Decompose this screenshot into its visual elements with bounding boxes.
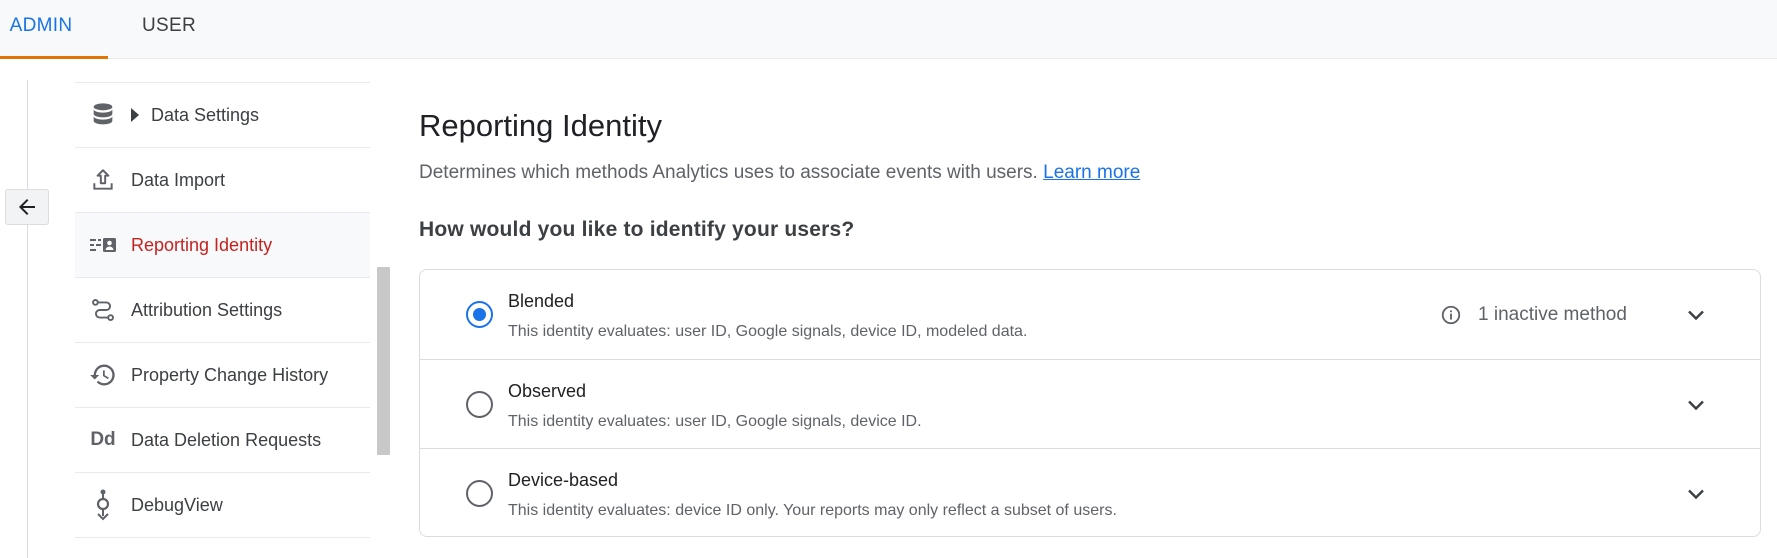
expand-caret-icon[interactable] xyxy=(131,108,139,122)
radio-blended[interactable] xyxy=(466,301,493,328)
top-tab-bar: ADMIN USER xyxy=(0,0,1777,59)
sidebar-item-debugview[interactable]: DebugView xyxy=(75,473,370,538)
sidebar-item-reporting-identity[interactable]: Reporting Identity xyxy=(75,213,370,278)
inactive-methods-text: 1 inactive method xyxy=(1478,304,1627,325)
database-icon xyxy=(75,101,131,129)
sidebar-item-label: Property Change History xyxy=(131,364,329,385)
option-device-based[interactable]: Device-based This identity evaluates: de… xyxy=(420,448,1760,536)
sidebar-scrollbar[interactable] xyxy=(377,267,390,455)
option-blended[interactable]: Blended This identity evaluates: user ID… xyxy=(420,270,1760,359)
sidebar-item-attribution-settings[interactable]: Attribution Settings xyxy=(75,278,370,343)
attribution-icon xyxy=(75,297,131,323)
sidebar-item-property-change-history[interactable]: Property Change History xyxy=(75,343,370,408)
sidebar-item-data-deletion-requests[interactable]: Dd Data Deletion Requests xyxy=(75,408,370,473)
sidebar-item-label: Data Import xyxy=(131,169,226,190)
sidebar-item-label: DebugView xyxy=(131,494,223,515)
info-icon[interactable] xyxy=(1440,304,1462,326)
identity-options: Blended This identity evaluates: user ID… xyxy=(419,269,1761,537)
sidebar-item-label: Attribution Settings xyxy=(131,299,283,320)
upload-icon xyxy=(75,167,131,193)
arrow-left-icon xyxy=(19,199,35,215)
sidebar-item-label: Data Settings xyxy=(151,104,260,125)
option-subtitle: This identity evaluates: user ID, Google… xyxy=(508,413,922,430)
sidebar-item-label: Data Deletion Requests xyxy=(131,429,322,450)
page-description: Determines which methods Analytics uses … xyxy=(419,162,1140,184)
left-rail-divider xyxy=(27,80,28,558)
page-title: Reporting Identity xyxy=(419,108,662,143)
learn-more-link[interactable]: Learn more xyxy=(1043,162,1140,183)
option-title: Blended xyxy=(508,291,575,311)
inactive-methods-status: 1 inactive method xyxy=(1440,304,1627,326)
radio-device-based[interactable] xyxy=(466,480,493,507)
reporting-identity-icon xyxy=(75,234,131,256)
back-button[interactable] xyxy=(5,189,49,225)
sidebar-item-data-import[interactable]: Data Import xyxy=(75,148,370,213)
tab-admin[interactable]: ADMIN xyxy=(0,0,108,59)
sidebar-item-label: Reporting Identity xyxy=(131,234,273,255)
tab-user[interactable]: USER xyxy=(142,0,196,59)
option-subtitle: This identity evaluates: device ID only.… xyxy=(508,502,1117,519)
radio-observed[interactable] xyxy=(466,391,493,418)
chevron-down-icon[interactable] xyxy=(1683,481,1709,507)
option-title: Device-based xyxy=(508,470,619,490)
sidebar-item-data-settings[interactable]: Data Settings xyxy=(75,83,370,148)
option-subtitle: This identity evaluates: user ID, Google… xyxy=(508,323,1028,340)
data-deletion-icon: Dd xyxy=(90,429,116,450)
option-title: Observed xyxy=(508,381,587,401)
option-observed[interactable]: Observed This identity evaluates: user I… xyxy=(420,359,1760,448)
debug-icon xyxy=(75,488,131,522)
identity-question: How would you like to identify your user… xyxy=(419,218,855,241)
description-text: Determines which methods Analytics uses … xyxy=(419,162,1038,183)
chevron-down-icon[interactable] xyxy=(1683,392,1709,418)
chevron-down-icon[interactable] xyxy=(1683,302,1709,328)
history-icon xyxy=(75,361,131,389)
